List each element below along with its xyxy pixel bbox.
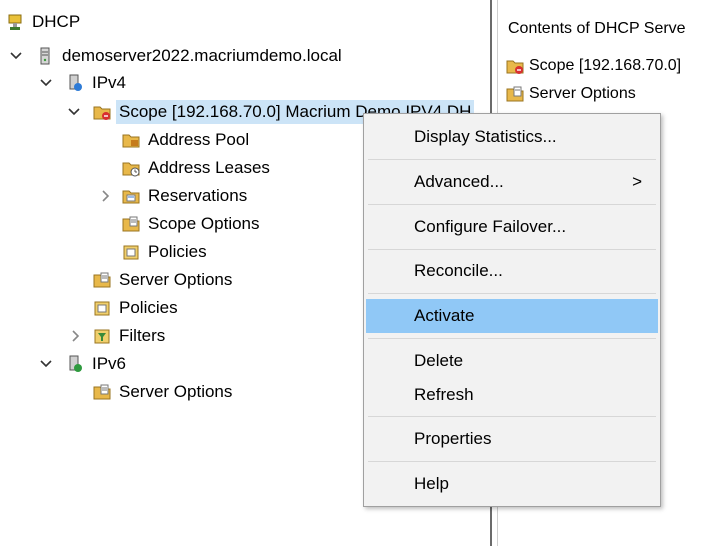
menu-item-label: Display Statistics...	[414, 127, 557, 146]
tree-label: DHCP	[32, 12, 81, 31]
expand-chevron[interactable]	[68, 323, 84, 349]
menu-item-advanced[interactable]: Advanced... >	[366, 165, 658, 199]
menu-item-label: Properties	[414, 429, 492, 448]
chevron-down-icon	[10, 52, 22, 60]
chevron-down-icon	[40, 79, 52, 87]
chevron-right-icon	[102, 190, 110, 202]
menu-item-configure-failover[interactable]: Configure Failover...	[366, 210, 658, 244]
results-item-scope[interactable]: Scope [192.168.70.0]	[506, 54, 681, 78]
chevron-down-icon	[40, 360, 52, 368]
menu-item-properties[interactable]: Properties	[366, 422, 658, 456]
tree-node-server[interactable]: demoserver2022.macriumdemo.local	[36, 43, 345, 69]
tree-label: Address Leases	[148, 158, 270, 177]
tree-label: demoserver2022.macriumdemo.local	[62, 46, 342, 65]
menu-item-help[interactable]: Help	[366, 467, 658, 501]
tree-node-ipv4[interactable]: IPv4	[66, 70, 129, 96]
menu-separator	[368, 293, 656, 294]
scope-options-icon	[122, 216, 140, 232]
tree-label: Server Options	[119, 270, 233, 289]
menu-item-reconcile[interactable]: Reconcile...	[366, 254, 658, 288]
menu-item-label: Refresh	[414, 385, 474, 404]
expand-chevron[interactable]	[66, 99, 82, 125]
results-item-server-options[interactable]: Server Options	[506, 82, 636, 106]
chevron-down-icon	[68, 108, 80, 116]
context-menu: Display Statistics... Advanced... > Conf…	[363, 113, 661, 507]
policies-icon	[94, 301, 110, 316]
menu-item-activate[interactable]: Activate	[366, 299, 658, 333]
menu-item-delete[interactable]: Delete	[366, 344, 658, 378]
address-pool-icon	[122, 134, 140, 148]
menu-separator	[368, 249, 656, 250]
tree-node-scope-options[interactable]: Scope Options	[122, 211, 263, 237]
menu-item-display-statistics[interactable]: Display Statistics...	[366, 120, 658, 154]
menu-separator	[368, 461, 656, 462]
tree-label: Filters	[119, 326, 166, 345]
menu-item-label: Advanced...	[414, 172, 504, 191]
menu-separator	[368, 416, 656, 417]
submenu-arrow-icon: >	[632, 172, 642, 191]
menu-item-label: Configure Failover...	[414, 217, 567, 236]
tree-node-ipv4-server-options[interactable]: Server Options	[93, 267, 235, 293]
server-options-icon	[93, 384, 111, 400]
menu-item-label: Reconcile...	[414, 261, 503, 280]
tree-node-ipv6-server-options[interactable]: Server Options	[93, 379, 235, 405]
tree-node-dhcp[interactable]: DHCP	[6, 9, 83, 35]
menu-separator	[368, 204, 656, 205]
tree-label: Reservations	[148, 186, 248, 205]
menu-item-label: Help	[414, 474, 449, 493]
address-leases-icon	[122, 162, 140, 177]
tree-label: Scope Options	[148, 214, 260, 233]
tree-node-reservations[interactable]: Reservations	[122, 183, 250, 209]
filters-icon	[94, 329, 110, 344]
expand-chevron[interactable]	[8, 43, 24, 69]
dhcp-icon	[8, 14, 22, 30]
chevron-right-icon	[72, 330, 80, 342]
server-options-icon	[93, 272, 111, 288]
scope-folder-icon	[93, 106, 111, 120]
results-header: Contents of DHCP Serve	[508, 20, 686, 37]
tree-label: IPv6	[92, 354, 127, 373]
menu-item-label: Delete	[414, 351, 464, 370]
tree-label: Policies	[148, 242, 207, 261]
tree-label: Server Options	[119, 382, 233, 401]
expand-chevron[interactable]	[38, 351, 54, 377]
tree-node-ipv4-policies[interactable]: Policies	[93, 295, 181, 321]
menu-separator	[368, 159, 656, 160]
tree-node-scope-policies[interactable]: Policies	[122, 239, 210, 265]
ipv4-icon	[69, 74, 82, 91]
tree-node-address-leases[interactable]: Address Leases	[122, 155, 273, 181]
results-item-label: Scope [192.168.70.0]	[529, 57, 682, 74]
tree-label: Policies	[119, 298, 178, 317]
tree-label: Address Pool	[148, 130, 250, 149]
expand-chevron[interactable]	[38, 70, 54, 96]
tree-node-filters[interactable]: Filters	[93, 323, 168, 349]
menu-item-refresh[interactable]: Refresh	[366, 378, 658, 412]
tree-node-address-pool[interactable]: Address Pool	[122, 127, 252, 153]
ipv6-icon	[69, 355, 82, 372]
expand-chevron[interactable]	[98, 183, 114, 209]
policies-icon	[123, 245, 139, 260]
server-options-icon	[506, 86, 524, 102]
menu-separator	[368, 338, 656, 339]
server-icon	[40, 47, 50, 65]
menu-item-label: Activate	[414, 306, 475, 325]
reservations-icon	[122, 190, 140, 204]
tree-node-ipv6[interactable]: IPv6	[66, 351, 129, 377]
scope-folder-icon	[506, 60, 524, 74]
results-item-label: Server Options	[529, 85, 636, 102]
tree-label: IPv4	[92, 73, 127, 92]
